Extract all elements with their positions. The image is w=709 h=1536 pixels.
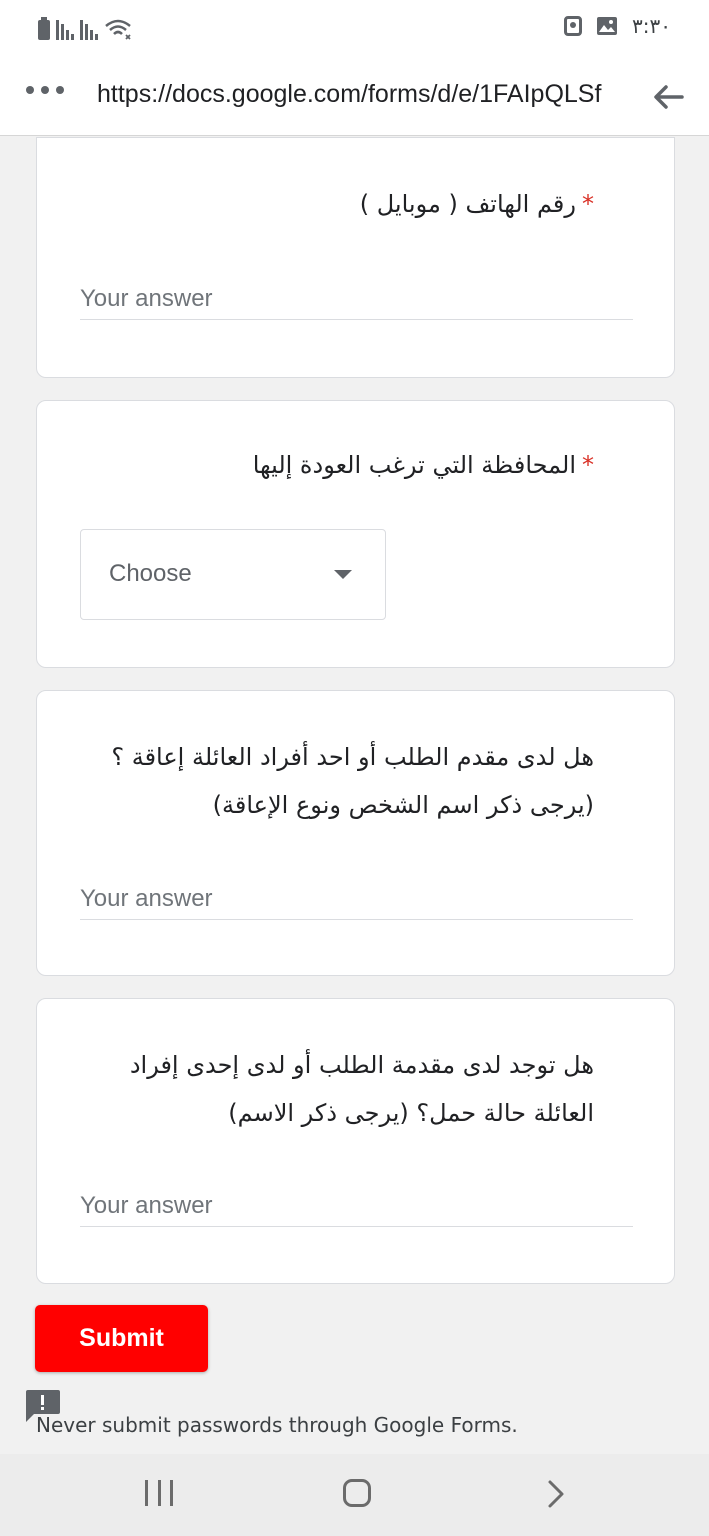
question-title: *المحافظة التي ترغب العودة إليها [77, 441, 594, 489]
alarm-icon [564, 16, 583, 36]
question-text: رقم الهاتف ( موبايل ) [359, 190, 576, 218]
question-card-governorate: *المحافظة التي ترغب العودة إليها Choose [36, 400, 675, 668]
signal-icon [56, 20, 74, 40]
pregnancy-answer-field[interactable]: Your answer [80, 1187, 633, 1227]
question-title: هل لدى مقدم الطلب أو احد أفراد العائلة إ… [77, 733, 594, 829]
governorate-dropdown[interactable]: Choose [80, 529, 386, 620]
disability-answer-field[interactable]: Your answer [80, 880, 633, 920]
image-icon [597, 17, 618, 35]
question-text: هل توجد لدى مقدمة الطلب أو لدى إحدى إفرا… [129, 1051, 594, 1127]
question-title: هل توجد لدى مقدمة الطلب أو لدى إحدى إفرا… [77, 1041, 594, 1137]
chevron-down-icon [334, 570, 352, 579]
status-icons-right: ٣:٣٠ [564, 14, 671, 38]
status-bar: ٣:٣٠ [0, 0, 709, 56]
question-card-disability: هل لدى مقدم الطلب أو احد أفراد العائلة إ… [36, 690, 675, 976]
system-nav-bar [0, 1454, 709, 1536]
wifi-icon [105, 19, 131, 40]
status-icons-left [38, 16, 134, 40]
answer-placeholder: Your answer [80, 885, 213, 912]
recents-icon[interactable] [145, 1480, 173, 1506]
browser-url-bar: https://docs.google.com/forms/d/e/1FAIpQ… [0, 56, 709, 136]
question-text: المحافظة التي ترغب العودة إليها [252, 451, 576, 479]
signal-icon [80, 20, 98, 40]
submit-button[interactable]: Submit [35, 1305, 208, 1372]
question-card-phone: *رقم الهاتف ( موبايل ) Your answer [36, 137, 675, 378]
required-star: * [582, 451, 594, 479]
dropdown-value: Choose [109, 560, 192, 587]
back-arrow-icon[interactable] [652, 84, 684, 110]
question-card-pregnancy: هل توجد لدى مقدمة الطلب أو لدى إحدى إفرا… [36, 998, 675, 1284]
answer-placeholder: Your answer [80, 285, 213, 312]
home-icon[interactable] [343, 1479, 371, 1507]
password-warning: Never submit passwords through Google Fo… [36, 1413, 518, 1437]
battery-icon [38, 17, 50, 40]
back-icon[interactable] [545, 1479, 567, 1509]
url-text[interactable]: https://docs.google.com/forms/d/e/1FAIpQ… [97, 80, 627, 109]
phone-answer-field[interactable]: Your answer [80, 280, 633, 320]
question-title: *رقم الهاتف ( موبايل ) [77, 180, 594, 228]
required-star: * [582, 190, 594, 218]
status-time: ٣:٣٠ [632, 14, 671, 38]
question-text: هل لدى مقدم الطلب أو احد أفراد العائلة إ… [111, 743, 594, 819]
more-icon[interactable] [26, 86, 64, 94]
answer-placeholder: Your answer [80, 1192, 213, 1219]
